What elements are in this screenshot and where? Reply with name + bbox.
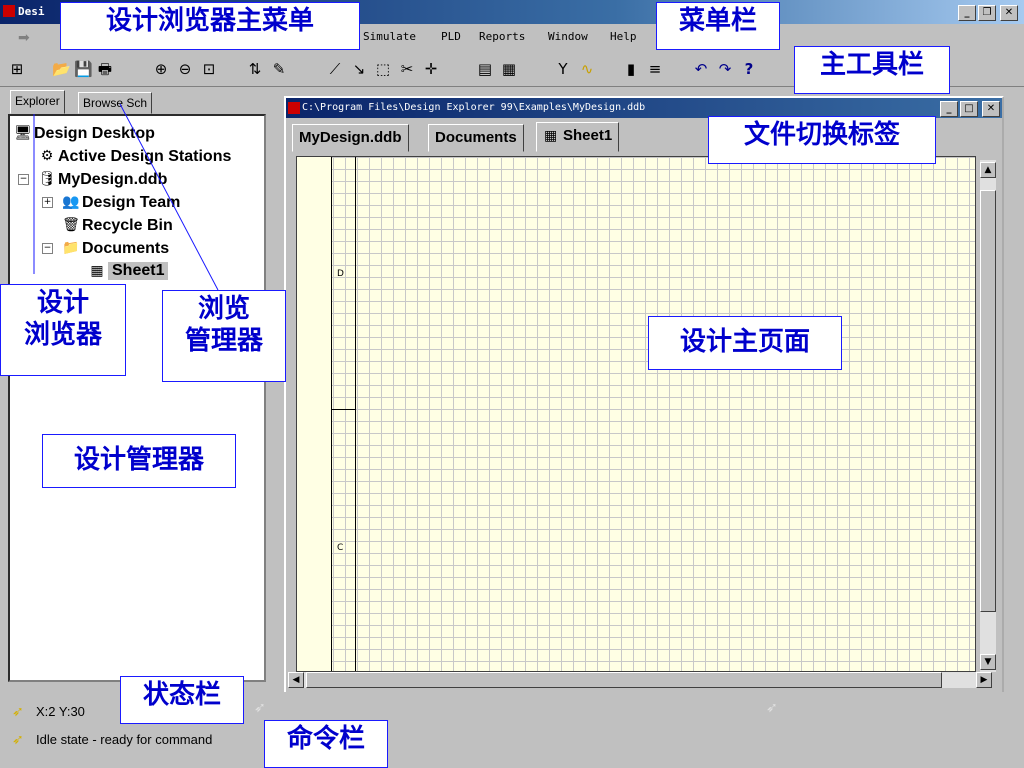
border-mark-c: C <box>337 543 344 553</box>
tab-mydesign-ddb[interactable]: MyDesign.ddb <box>292 124 409 152</box>
tab-explorer[interactable]: Explorer <box>10 90 65 114</box>
library-icon[interactable]: ▤ <box>476 60 494 78</box>
tree-item-design-desktop[interactable]: Design Desktop <box>34 125 155 143</box>
expand-icon[interactable]: + <box>42 197 53 208</box>
pointer-icon: ➶ <box>12 732 24 748</box>
tree-item-design-team[interactable]: Design Team <box>82 194 180 212</box>
callout-design-explorer-line2: 浏览器 <box>23 320 102 350</box>
wave-icon[interactable]: ∿ <box>578 60 596 78</box>
zoom-in-icon[interactable]: ⊕ <box>152 60 170 78</box>
zoom-fit-icon[interactable]: ⊡ <box>200 60 218 78</box>
collapse-icon[interactable]: − <box>18 174 29 185</box>
doc-close-icon[interactable]: ✕ <box>982 101 1000 117</box>
list-icon[interactable]: ≡ <box>646 60 664 78</box>
command-status: Idle state - ready for command <box>36 732 213 747</box>
tab-browse-sch[interactable]: Browse Sch <box>78 92 153 114</box>
callout-design-manager: 设计管理器 <box>42 434 236 488</box>
scroll-up-icon[interactable]: ▲ <box>980 162 996 178</box>
schematic-icon: ▦ <box>544 128 558 144</box>
doc-maximize-icon[interactable]: □ <box>960 101 978 117</box>
desktop-icon: 🖥 <box>14 125 32 141</box>
help-icon[interactable]: ? <box>740 60 758 78</box>
callout-browse-manager: 浏览 管理器 <box>162 290 286 382</box>
scroll-down-icon[interactable]: ▼ <box>980 654 996 670</box>
tree-item-documents[interactable]: Documents <box>82 240 169 258</box>
folder-icon: 📁 <box>62 240 80 256</box>
move-icon[interactable]: ✛ <box>422 60 440 78</box>
menu-help[interactable]: Help <box>610 30 637 43</box>
app-icon <box>3 5 15 17</box>
pointer-icon: ➶ <box>254 700 266 716</box>
callout-browse-manager-line2: 管理器 <box>184 326 263 356</box>
callout-main-page: 设计主页面 <box>648 316 842 370</box>
chip-icon[interactable]: ▮ <box>622 60 640 78</box>
zone-divider <box>331 409 355 410</box>
doc-app-icon <box>288 102 300 114</box>
callout-main-toolbar: 主工具栏 <box>794 46 950 94</box>
menu-pld[interactable]: PLD <box>441 30 461 43</box>
callout-design-explorer-line1: 设计 <box>36 288 89 318</box>
deselect-icon[interactable]: ✂ <box>398 60 416 78</box>
document-path: C:\Program Files\Design Explorer 99\Exam… <box>302 102 646 113</box>
browse-lib-icon[interactable]: ▦ <box>500 60 518 78</box>
tree-item-active-stations[interactable]: Active Design Stations <box>58 148 231 166</box>
tree-item-sheet1[interactable]: Sheet1 <box>108 262 169 280</box>
menu-reports[interactable]: Reports <box>479 30 525 43</box>
menu-window[interactable]: Window <box>548 30 588 43</box>
callout-statusbar: 状态栏 <box>120 676 244 724</box>
callout-browse-manager-line1: 浏览 <box>197 294 250 324</box>
callout-menubar: 菜单栏 <box>656 2 780 50</box>
print-icon[interactable]: 🖶 <box>96 60 114 78</box>
restore-icon[interactable]: ❐ <box>978 5 996 21</box>
schematic-sheet[interactable]: D C <box>296 156 976 672</box>
wire-icon[interactable]: ⟋ <box>326 60 344 78</box>
tab-documents[interactable]: Documents <box>428 124 524 152</box>
sheet-border <box>297 157 332 671</box>
callout-main-menu: 设计浏览器主菜单 <box>60 2 360 50</box>
schematic-icon: ▦ <box>90 263 104 279</box>
wand-icon[interactable]: ✎ <box>270 60 288 78</box>
back-arrow-icon[interactable]: ➡ <box>18 30 30 46</box>
team-icon: 👥 <box>62 194 80 210</box>
vertical-scroll-thumb[interactable] <box>980 190 996 612</box>
border-mark-d: D <box>337 269 344 279</box>
scroll-left-icon[interactable]: ◀ <box>288 672 304 688</box>
sheet-border-inner <box>331 157 356 671</box>
menu-simulate[interactable]: Simulate <box>363 30 416 43</box>
up-down-icon[interactable]: ⇅ <box>246 60 264 78</box>
database-icon: 🛢 <box>38 171 56 187</box>
app-title: Desi <box>18 5 45 18</box>
callout-commandbar: 命令栏 <box>264 720 388 768</box>
tree-item-recycle-bin[interactable]: Recycle Bin <box>82 217 173 235</box>
callout-file-tabs: 文件切换标签 <box>708 116 936 164</box>
doc-minimize-icon[interactable]: _ <box>940 101 958 117</box>
collapse-icon[interactable]: − <box>42 243 53 254</box>
callout-design-explorer: 设计 浏览器 <box>0 284 126 376</box>
scroll-right-icon[interactable]: ▶ <box>976 672 992 688</box>
minimize-icon[interactable]: _ <box>958 5 976 21</box>
undo-icon[interactable]: ↶ <box>692 60 710 78</box>
tree-item-mydesign-ddb[interactable]: MyDesign.ddb <box>58 171 167 189</box>
folder-open-icon[interactable]: 📂 <box>52 60 71 78</box>
select-icon[interactable]: ⬚ <box>374 60 392 78</box>
pointer-icon: ➶ <box>12 704 24 720</box>
pointer-icon: ➶ <box>766 700 778 716</box>
document-title-bar: C:\Program Files\Design Explorer 99\Exam… <box>286 98 1002 118</box>
redo-icon[interactable]: ↷ <box>716 60 734 78</box>
status-coordinates: X:2 Y:30 <box>36 704 85 719</box>
probe-icon[interactable]: Y <box>554 60 572 78</box>
recycle-bin-icon: 🗑 <box>62 217 80 233</box>
bus-icon[interactable]: ↘ <box>350 60 368 78</box>
hierarchy-icon[interactable]: ⊞ <box>8 60 26 78</box>
stations-icon: ⚙ <box>40 148 54 164</box>
save-icon[interactable]: 💾 <box>74 60 93 78</box>
horizontal-scroll-thumb[interactable] <box>306 672 942 688</box>
zoom-out-icon[interactable]: ⊖ <box>176 60 194 78</box>
close-icon[interactable]: ✕ <box>1000 5 1018 21</box>
